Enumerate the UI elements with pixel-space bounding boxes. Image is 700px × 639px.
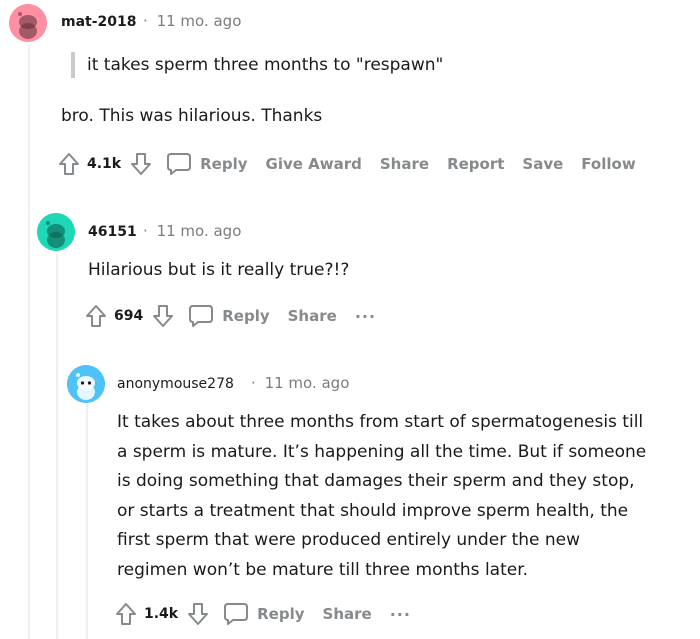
thread-line-1[interactable]	[28, 46, 30, 639]
body-line: is doing something that damages their sp…	[117, 471, 635, 491]
vote-count: 1.4k	[144, 606, 179, 622]
timestamp[interactable]: 11 mo. ago	[265, 374, 350, 392]
vote-count: 4.1k	[87, 156, 122, 172]
comment-actions: 1.4k Reply Share ···	[115, 599, 411, 629]
comment-meta: · 11 mo. ago	[143, 222, 241, 240]
separator-dot: ·	[143, 222, 148, 240]
body-line: or starts a treatment that should improv…	[117, 500, 629, 521]
snoo-avatar-icon	[37, 213, 75, 251]
snoo-avatar-icon	[67, 365, 105, 403]
downvote-arrow-icon[interactable]	[152, 304, 174, 328]
save-button[interactable]: Save	[522, 155, 563, 173]
speech-bubble-icon[interactable]	[166, 152, 192, 176]
comment-actions: 4.1k Reply Give Award Share Report Save …	[58, 149, 654, 179]
follow-button[interactable]: Follow	[581, 155, 635, 173]
comment-body: Hilarious but is it really true?!?	[88, 260, 350, 280]
downvote-arrow-icon[interactable]	[187, 602, 209, 626]
thread-line-2[interactable]	[56, 254, 58, 639]
body-line: a sperm is mature. It’s happening all th…	[117, 441, 647, 462]
timestamp[interactable]: 11 mo. ago	[157, 12, 242, 30]
comment-meta: · 11 mo. ago	[143, 12, 241, 30]
report-button[interactable]: Report	[447, 155, 504, 173]
speech-bubble-icon[interactable]	[223, 602, 249, 626]
reply-button[interactable]: Reply	[222, 307, 269, 325]
timestamp[interactable]: 11 mo. ago	[157, 222, 242, 240]
username[interactable]: mat-2018	[61, 14, 137, 30]
quote-block: it takes sperm three months to "respawn"	[71, 52, 443, 78]
username[interactable]: anonymouse278	[117, 376, 234, 392]
speech-bubble-icon[interactable]	[188, 304, 214, 328]
avatar[interactable]	[9, 4, 47, 42]
comment-body: bro. This was hilarious. Thanks	[61, 106, 323, 126]
reply-button[interactable]: Reply	[200, 155, 247, 173]
comment-actions: 694 Reply Share ···	[85, 301, 376, 331]
snoo-avatar-icon	[9, 4, 47, 42]
upvote-arrow-icon[interactable]	[58, 152, 80, 176]
thread-line-3[interactable]	[86, 404, 88, 639]
vote-count: 694	[114, 308, 144, 324]
more-options-button[interactable]: ···	[390, 605, 411, 624]
downvote-arrow-icon[interactable]	[130, 152, 152, 176]
upvote-arrow-icon[interactable]	[115, 602, 137, 626]
comment-body: It takes about three months from start o…	[117, 408, 687, 585]
share-button[interactable]: Share	[323, 605, 372, 623]
share-button[interactable]: Share	[380, 155, 429, 173]
separator-dot: ·	[143, 12, 148, 30]
username[interactable]: 46151	[88, 224, 137, 240]
body-line: It takes about three months from start o…	[117, 412, 644, 432]
give-award-button[interactable]: Give Award	[266, 155, 362, 173]
body-line: first sperm that were produced entirely …	[117, 530, 581, 550]
separator-dot: ·	[251, 374, 256, 392]
avatar[interactable]	[37, 213, 75, 251]
comment-meta: · 11 mo. ago	[251, 374, 349, 392]
reply-button[interactable]: Reply	[257, 605, 304, 623]
avatar[interactable]	[67, 365, 105, 403]
upvote-arrow-icon[interactable]	[85, 304, 107, 328]
more-options-button[interactable]: ···	[355, 307, 376, 326]
body-line: regimen won’t be mature till three month…	[117, 559, 529, 580]
share-button[interactable]: Share	[288, 307, 337, 325]
